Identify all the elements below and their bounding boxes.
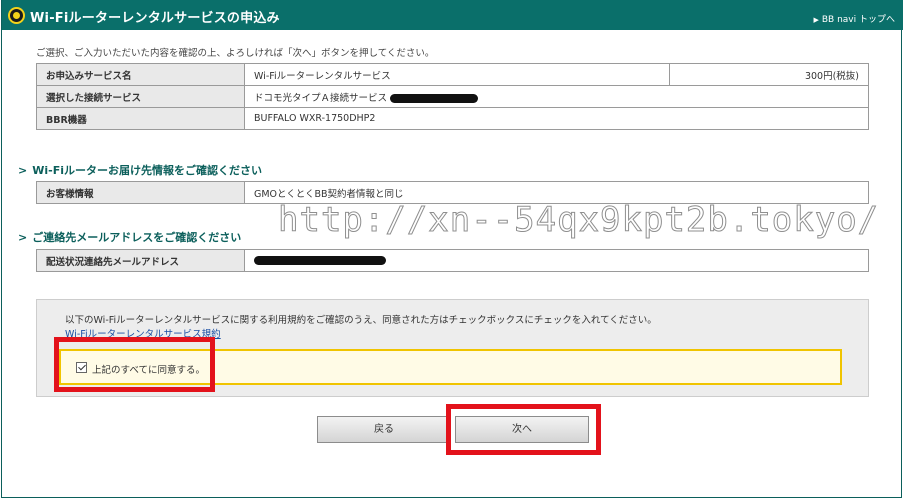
row-label: 選択した接続サービス [36, 85, 245, 108]
delivery-section-heading: > Wi-Fiルーターお届け先情報をご確認ください [18, 162, 262, 178]
row-value: BUFFALO WXR-1750DHP2 [244, 107, 869, 130]
title-bar: Wi-Fiルーターレンタルサービスの申込み ▶ BB navi トップへ [2, 0, 903, 30]
email-section-heading: > ご連絡先メールアドレスをご確認ください [18, 229, 241, 245]
play-arrow-icon: ▶ [813, 16, 819, 24]
table-row: お客様情報 GMOとくとくBB契約者情報と同じ [36, 181, 869, 204]
bb-navi-top-link[interactable]: ▶ BB navi トップへ [813, 12, 895, 25]
gmo-logo-icon [8, 7, 25, 24]
table-row: 選択した接続サービス ドコモ光タイプＡ接続サービス [36, 85, 869, 108]
row-label: BBR機器 [36, 107, 245, 130]
terms-link[interactable]: Wi-Fiルーターレンタルサービス規約 [65, 326, 221, 340]
redacted-block [254, 256, 386, 265]
delivery-section-title: Wi-Fiルーターお届け先情報をご確認ください [32, 164, 262, 177]
terms-box: 以下のWi-Fiルーターレンタルサービスに関する利用規約をご確認のうえ、同意され… [36, 299, 869, 397]
bb-navi-top-link-label: BB navi トップへ [821, 15, 895, 25]
row-value: Wi-Fiルーターレンタルサービス [244, 63, 670, 86]
email-section-title: ご連絡先メールアドレスをご確認ください [32, 231, 242, 244]
terms-text: 以下のWi-Fiルーターレンタルサービスに関する利用規約をご確認のうえ、同意され… [65, 315, 657, 326]
agree-box: 上記のすべてに同意する。 [59, 349, 842, 385]
chevron-right-icon: > [18, 231, 28, 244]
back-button[interactable]: 戻る [317, 416, 451, 443]
summary-table: お申込みサービス名 Wi-Fiルーターレンタルサービス 300円(税抜) 選択し… [36, 63, 869, 130]
row-label: お客様情報 [36, 181, 245, 204]
table-row: お申込みサービス名 Wi-Fiルーターレンタルサービス 300円(税抜) [36, 63, 869, 86]
redacted-block [390, 93, 479, 103]
row-value-cell [244, 249, 869, 272]
row-label: 配送状況連絡先メールアドレス [36, 249, 245, 272]
page-title: Wi-Fiルーターレンタルサービスの申込み [30, 11, 280, 26]
row-label: お申込みサービス名 [36, 63, 245, 86]
row-value-cell: ドコモ光タイプＡ接続サービス [244, 85, 869, 108]
row-price: 300円(税抜) [669, 63, 869, 86]
intro-text: ご選択、ご入力いただいた内容を確認の上、よろしければ「次へ」ボタンを押してくださ… [36, 48, 435, 59]
email-table: 配送状況連絡先メールアドレス [36, 249, 869, 272]
next-button[interactable]: 次へ [455, 416, 589, 443]
row-value: GMOとくとくBB契約者情報と同じ [244, 181, 869, 204]
agree-checkbox[interactable] [76, 362, 87, 373]
row-value: ドコモ光タイプＡ接続サービス [254, 92, 388, 104]
table-row: BBR機器 BUFFALO WXR-1750DHP2 [36, 107, 869, 130]
delivery-table: お客様情報 GMOとくとくBB契約者情報と同じ [36, 181, 869, 204]
table-row: 配送状況連絡先メールアドレス [36, 249, 869, 272]
agree-label[interactable]: 上記のすべてに同意する。 [92, 362, 205, 376]
chevron-right-icon: > [18, 164, 28, 177]
